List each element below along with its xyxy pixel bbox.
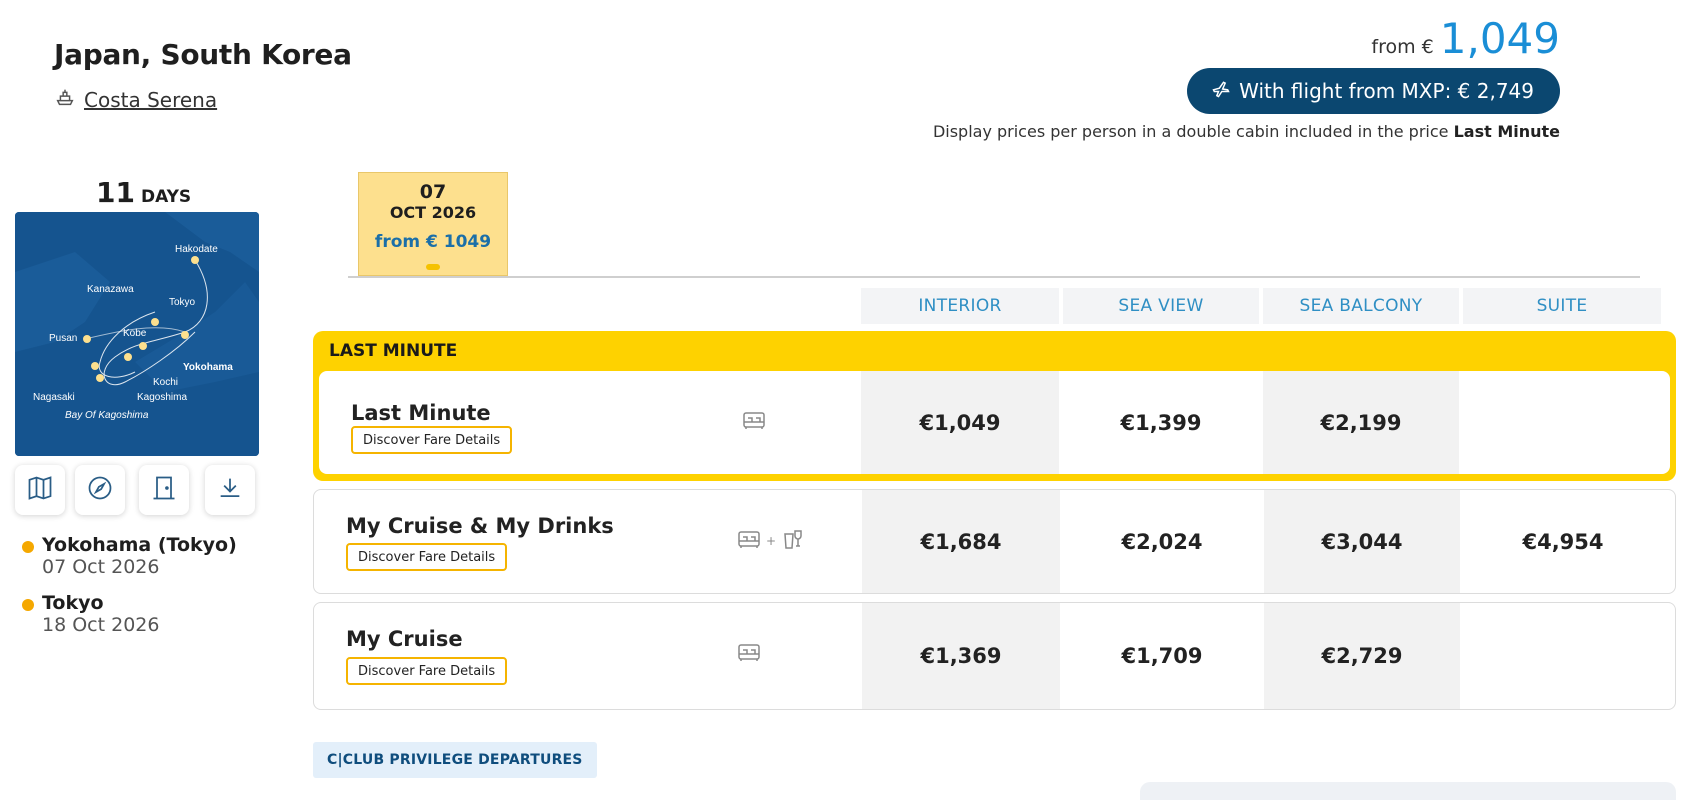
last-minute-section: LAST MINUTE Last Minute Discover Fare De… — [313, 331, 1676, 481]
duration-label: DAYS — [140, 187, 192, 207]
map-label-yokohama: Yokohama — [183, 362, 233, 373]
cabin-header-interior: INTERIOR — [861, 288, 1059, 324]
map-label-bay-of-kagoshima: Bay Of Kagoshima — [65, 410, 149, 421]
cruise-title: Japan, South Korea — [54, 38, 352, 71]
compass-icon — [86, 474, 114, 506]
price-suite — [1464, 603, 1662, 709]
tab-divider — [348, 276, 1640, 278]
price-sea-balcony[interactable]: €2,729 — [1264, 603, 1460, 709]
fare-inclusions: + — [736, 528, 806, 553]
with-flight-label[interactable]: With flight from MXP: € 2,749 — [1239, 79, 1534, 103]
footer-panel — [1140, 782, 1676, 800]
ship-icon — [54, 86, 76, 113]
departure-month: OCT 2026 — [389, 203, 477, 222]
price-interior[interactable]: €1,369 — [862, 603, 1060, 709]
from-label: from € — [1371, 36, 1434, 58]
disclaimer-fare: Last Minute — [1453, 122, 1560, 141]
fare-name: My Cruise — [346, 627, 463, 651]
ship-name[interactable]: Costa Serena — [84, 88, 217, 112]
map-label-nagasaki: Nagasaki — [33, 392, 75, 403]
map-view-button[interactable] — [15, 465, 65, 515]
download-button[interactable] — [205, 465, 255, 515]
map-label-kanazawa: Kanazawa — [87, 284, 134, 295]
map-label-kagoshima: Kagoshima — [137, 392, 187, 403]
stop-date: 18 Oct 2026 — [42, 614, 160, 636]
itinerary-stop: Yokohama (Tokyo) 07 Oct 2026 — [22, 534, 237, 578]
departure-day: 07 — [419, 181, 447, 203]
price-sea-view[interactable]: €2,024 — [1064, 490, 1260, 593]
price-sea-balcony[interactable]: €3,044 — [1264, 490, 1460, 593]
fare-inclusions — [741, 409, 767, 434]
map-label-kochi: Kochi — [153, 377, 178, 388]
fare-inclusions — [736, 641, 762, 666]
route-map[interactable]: Hakodate Kanazawa Tokyo Pusan Kobe Yokoh… — [15, 212, 259, 456]
last-minute-label: LAST MINUTE — [329, 341, 458, 361]
price-sea-balcony[interactable]: €2,199 — [1263, 371, 1459, 474]
fare-row-my-cruise-my-drinks[interactable]: My Cruise & My Drinks Discover Fare Deta… — [313, 489, 1676, 594]
price-interior[interactable]: €1,684 — [862, 490, 1060, 593]
stop-dot-icon — [22, 599, 34, 611]
stop-date: 07 Oct 2026 — [42, 556, 160, 578]
departure-date-tab[interactable]: 07 OCT 2026 from € 1049 — [358, 172, 508, 276]
explore-button[interactable] — [75, 465, 125, 515]
from-price: from € 1,049 — [1371, 14, 1560, 63]
cabin-header-sea-view: SEA VIEW — [1063, 288, 1259, 324]
drinks-icon — [780, 528, 806, 553]
fare-row-my-cruise[interactable]: My Cruise Discover Fare Details €1,369 €… — [313, 602, 1676, 710]
price-disclaimer: Display prices per person in a double ca… — [933, 122, 1560, 141]
ship-link[interactable]: Costa Serena — [54, 86, 217, 113]
map-label-pusan: Pusan — [49, 333, 77, 344]
door-icon — [150, 474, 178, 506]
fare-details-button[interactable]: Discover Fare Details — [351, 426, 513, 454]
price-suite[interactable]: €4,954 — [1464, 490, 1662, 593]
duration-number: 11 — [96, 176, 135, 209]
stop-port: Yokohama (Tokyo) — [42, 534, 237, 556]
itinerary-stop: Tokyo 18 Oct 2026 — [22, 592, 237, 636]
price-sea-view[interactable]: €1,709 — [1064, 603, 1260, 709]
map-label-tokyo: Tokyo — [169, 297, 196, 308]
bed-icon — [736, 528, 762, 553]
fare-name: Last Minute — [351, 401, 491, 425]
stop-port: Tokyo — [42, 592, 104, 614]
disclaimer-text: Display prices per person in a double ca… — [932, 122, 1454, 141]
itinerary: Yokohama (Tokyo) 07 Oct 2026 Tokyo 18 Oc… — [22, 534, 237, 650]
cclub-privilege-badge[interactable]: C|CLUB PRIVILEGE DEPARTURES — [313, 742, 597, 778]
price-sea-view[interactable]: €1,399 — [1063, 371, 1259, 474]
fare-details-button[interactable]: Discover Fare Details — [346, 543, 508, 571]
price-suite — [1463, 371, 1661, 474]
fare-details-button[interactable]: Discover Fare Details — [346, 657, 508, 685]
cabin-header-suite: SUITE — [1463, 288, 1661, 324]
plane-icon — [1211, 79, 1231, 104]
price-interior[interactable]: €1,049 — [861, 371, 1059, 474]
departure-from-price: from € 1049 — [374, 232, 492, 252]
fare-row-last-minute[interactable]: Last Minute Discover Fare Details €1,049… — [319, 371, 1670, 474]
duration: 11 DAYS — [96, 176, 191, 209]
bed-icon — [741, 409, 767, 434]
from-amount: 1,049 — [1439, 14, 1560, 63]
map-icon — [26, 474, 54, 506]
map-tools — [15, 465, 259, 515]
download-icon — [216, 474, 244, 506]
cabin-header-sea-balcony: SEA BALCONY — [1263, 288, 1459, 324]
fare-name: My Cruise & My Drinks — [346, 514, 614, 538]
map-label-hakodate: Hakodate — [175, 244, 218, 255]
stop-dot-icon — [22, 541, 34, 553]
map-label-kobe: Kobe — [123, 328, 147, 339]
cabins-button[interactable] — [139, 465, 189, 515]
bed-icon — [736, 641, 762, 666]
with-flight-button[interactable]: With flight from MXP: € 2,749 — [1187, 68, 1560, 114]
plus-sign: + — [766, 533, 777, 548]
selected-indicator — [426, 264, 440, 270]
